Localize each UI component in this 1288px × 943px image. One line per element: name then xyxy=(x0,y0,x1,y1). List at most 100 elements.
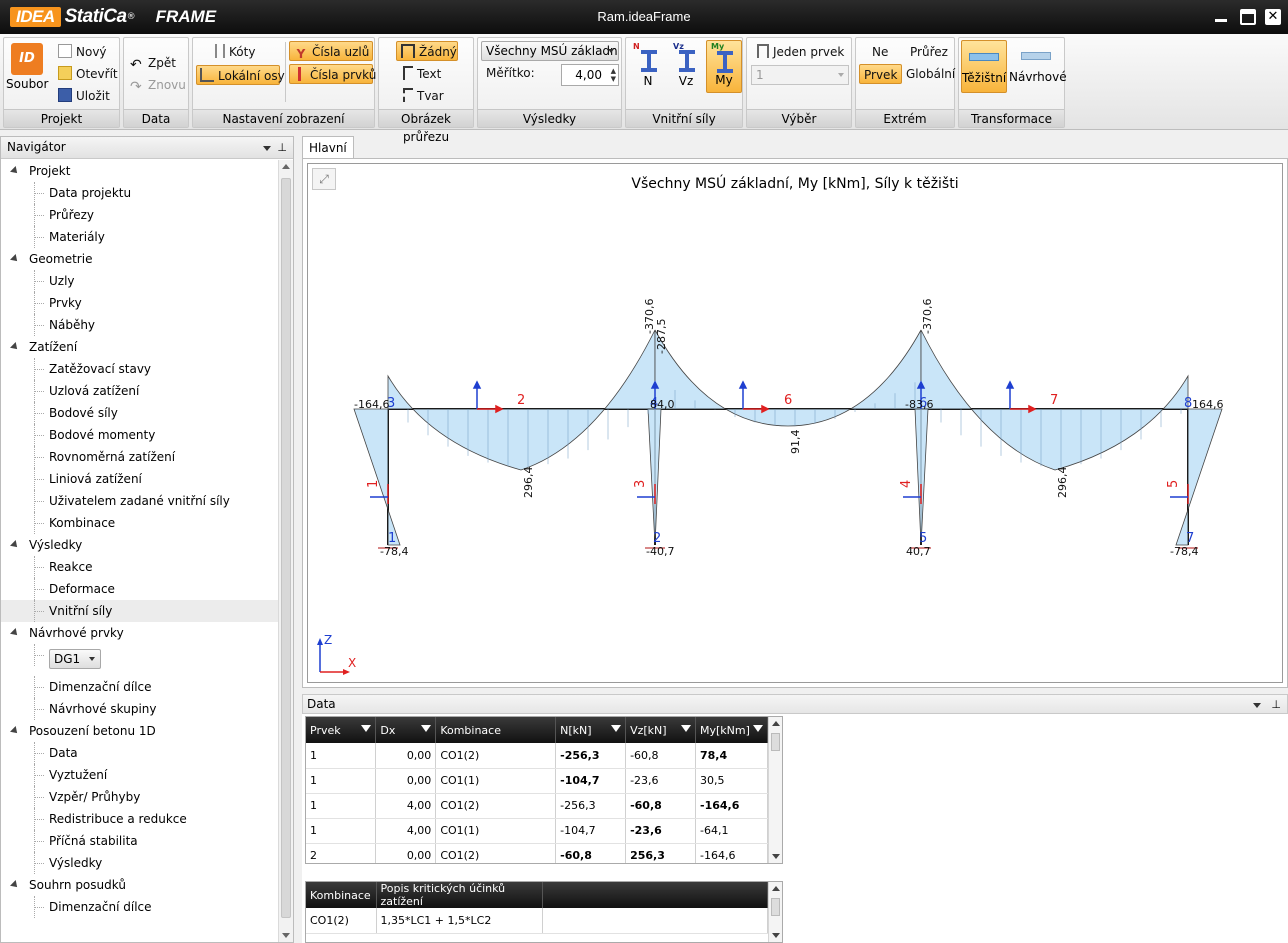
scrollbar-thumb[interactable] xyxy=(281,178,291,918)
navigator-item[interactable]: Dimenzační dílce xyxy=(1,676,279,698)
chevron-down-icon[interactable] xyxy=(1253,703,1261,708)
navigator-item[interactable]: Liniová zatížení xyxy=(1,468,279,490)
scroll-down-icon[interactable] xyxy=(282,933,290,938)
results-scrollbar[interactable] xyxy=(768,717,782,863)
member-select[interactable]: 1 xyxy=(751,65,849,85)
novy-button[interactable]: Nový xyxy=(58,42,107,62)
navigator-item[interactable]: Uzly xyxy=(1,270,279,292)
meritko-input[interactable]: 4,00 ▲ ▼ xyxy=(561,64,619,86)
my-button[interactable]: My My xyxy=(706,40,742,93)
table-row[interactable]: CO1(2) 1,35*LC1 + 1,5*LC2 xyxy=(306,908,768,934)
extrem-ne-button[interactable]: Ne xyxy=(872,42,888,62)
pin-icon[interactable]: ⊥ xyxy=(277,137,287,158)
navigator-item[interactable]: Rovnoměrná zatížení xyxy=(1,446,279,468)
navigator-item[interactable]: Vyztužení xyxy=(1,764,279,786)
navigator-section[interactable]: Návrhové prvky xyxy=(1,622,279,644)
expand-triangle-icon[interactable] xyxy=(10,540,20,550)
navigator-item[interactable]: Kombinace xyxy=(1,512,279,534)
filter-icon[interactable] xyxy=(361,725,372,732)
navrhove-button[interactable]: Návrhové xyxy=(1009,40,1067,93)
navigator-item[interactable]: Prvky xyxy=(1,292,279,314)
navigator-item[interactable]: Bodové momenty xyxy=(1,424,279,446)
column-header[interactable]: Prvek xyxy=(306,717,377,743)
jeden-prvek-button[interactable]: Jeden prvek xyxy=(757,42,844,62)
navigator-item[interactable]: Zatěžovací stavy xyxy=(1,358,279,380)
pin-icon[interactable]: ⊥ xyxy=(1271,695,1281,714)
filter-icon[interactable] xyxy=(611,725,622,732)
zadny-button[interactable]: Žádný xyxy=(396,41,458,61)
n-button[interactable]: N N xyxy=(630,42,666,92)
scrollbar-thumb[interactable] xyxy=(771,898,780,916)
navigator-section[interactable]: Výsledky xyxy=(1,534,279,556)
diagram-canvas[interactable]: ⤢ Všechny MSÚ základní, My [kNm], Síly k… xyxy=(307,163,1283,683)
table-row[interactable]: 2 0,00 CO1(2) -60,8 256,3 -164,6 xyxy=(306,843,768,863)
column-header[interactable]: Kombinace xyxy=(435,717,557,743)
extrem-prurez-button[interactable]: Průřez xyxy=(910,42,948,62)
text-button[interactable]: Text xyxy=(403,64,441,84)
navigator-item[interactable]: Uživatelem zadané vnitřní síly xyxy=(1,490,279,512)
combination-scrollbar[interactable] xyxy=(768,882,782,942)
chevron-down-icon[interactable] xyxy=(263,146,271,151)
navigator-item[interactable]: Vzpěr/ Průhyby xyxy=(1,786,279,808)
expand-triangle-icon[interactable] xyxy=(10,254,20,264)
expand-triangle-icon[interactable] xyxy=(10,880,20,890)
table-row[interactable]: 1 0,00 CO1(2) -256,3 -60,8 78,4 xyxy=(306,743,768,769)
navigator-item[interactable]: Výsledky xyxy=(1,852,279,874)
expand-triangle-icon[interactable] xyxy=(10,726,20,736)
filter-icon[interactable] xyxy=(753,725,763,732)
navigator-section[interactable]: Geometrie xyxy=(1,248,279,270)
navigator-item[interactable]: Uzlová zatížení xyxy=(1,380,279,402)
lokalni-osy-button[interactable]: Lokální osy xyxy=(196,65,285,85)
soubor-button[interactable]: ID Soubor xyxy=(6,40,48,92)
scroll-up-icon[interactable] xyxy=(772,721,780,726)
vz-button[interactable]: Vz Vz xyxy=(668,42,704,92)
navigator-section[interactable]: Souhrn posudků xyxy=(1,874,279,896)
expand-triangle-icon[interactable] xyxy=(10,342,20,352)
navigator-item[interactable]: Průřezy xyxy=(1,204,279,226)
navigator-item[interactable]: Náběhy xyxy=(1,314,279,336)
znovu-button[interactable]: ↷ Znovu xyxy=(130,75,186,95)
tab-hlavni[interactable]: Hlavní xyxy=(302,136,354,159)
column-header[interactable]: My[kNm] xyxy=(695,717,768,743)
navigator-section[interactable]: Zatížení xyxy=(1,336,279,358)
column-header[interactable]: Kombinace xyxy=(306,882,377,908)
combination-select[interactable]: Všechny MSÚ základní xyxy=(481,41,619,61)
cisla-prvku-button[interactable]: Čísla prvků xyxy=(289,64,376,84)
navigator-item[interactable]: Redistribuce a redukce xyxy=(1,808,279,830)
column-header[interactable]: N[kN] xyxy=(555,717,627,743)
navigator-item[interactable]: Deformace xyxy=(1,578,279,600)
column-header[interactable]: Popis kritických účinků zatížení xyxy=(376,882,543,908)
navigator-item[interactable]: Data projektu xyxy=(1,182,279,204)
maximize-button[interactable] xyxy=(1240,9,1256,25)
scrollbar-thumb[interactable] xyxy=(771,733,780,751)
expand-triangle-icon[interactable] xyxy=(10,628,20,638)
navigator-item[interactable]: Data xyxy=(1,742,279,764)
navigator-scrollbar[interactable] xyxy=(278,160,293,942)
column-header[interactable]: Vz[kN] xyxy=(625,717,696,743)
scroll-up-icon[interactable] xyxy=(282,164,290,169)
scroll-down-icon[interactable] xyxy=(772,933,780,938)
filter-icon[interactable] xyxy=(681,725,691,732)
navigator-item[interactable]: Návrhové skupiny xyxy=(1,698,279,720)
navigator-section[interactable]: Projekt xyxy=(1,160,279,182)
table-row[interactable]: 1 0,00 CO1(1) -104,7 -23,6 30,5 xyxy=(306,768,768,794)
tezistni-button[interactable]: Těžištní xyxy=(961,40,1007,93)
zpet-button[interactable]: ↶ Zpět xyxy=(130,53,176,73)
extrem-prvek-button[interactable]: Prvek xyxy=(859,64,903,84)
navigator-item[interactable]: Příčná stabilita xyxy=(1,830,279,852)
navigator-item[interactable]: Dimenzační dílce xyxy=(1,896,279,918)
cisla-uzlu-button[interactable]: Y Čísla uzlů xyxy=(289,41,373,61)
koty-button[interactable]: Kóty xyxy=(215,42,255,62)
minimize-button[interactable] xyxy=(1213,9,1229,25)
navigator-section[interactable]: Posouzení betonu 1D xyxy=(1,720,279,742)
navigator-item[interactable]: Reakce xyxy=(1,556,279,578)
table-row[interactable]: 1 4,00 CO1(1) -104,7 -23,6 -64,1 xyxy=(306,818,768,844)
design-group-combo[interactable]: DG1 xyxy=(49,649,102,669)
extrem-globalni-button[interactable]: Globální xyxy=(906,64,955,84)
scroll-up-icon[interactable] xyxy=(772,886,780,891)
ulozit-button[interactable]: Uložit xyxy=(58,86,110,106)
navigator-item[interactable]: Bodové síly xyxy=(1,402,279,424)
spinner-icon[interactable]: ▲ ▼ xyxy=(611,67,616,83)
tvar-button[interactable]: Tvar xyxy=(403,86,444,106)
expand-triangle-icon[interactable] xyxy=(10,166,20,176)
